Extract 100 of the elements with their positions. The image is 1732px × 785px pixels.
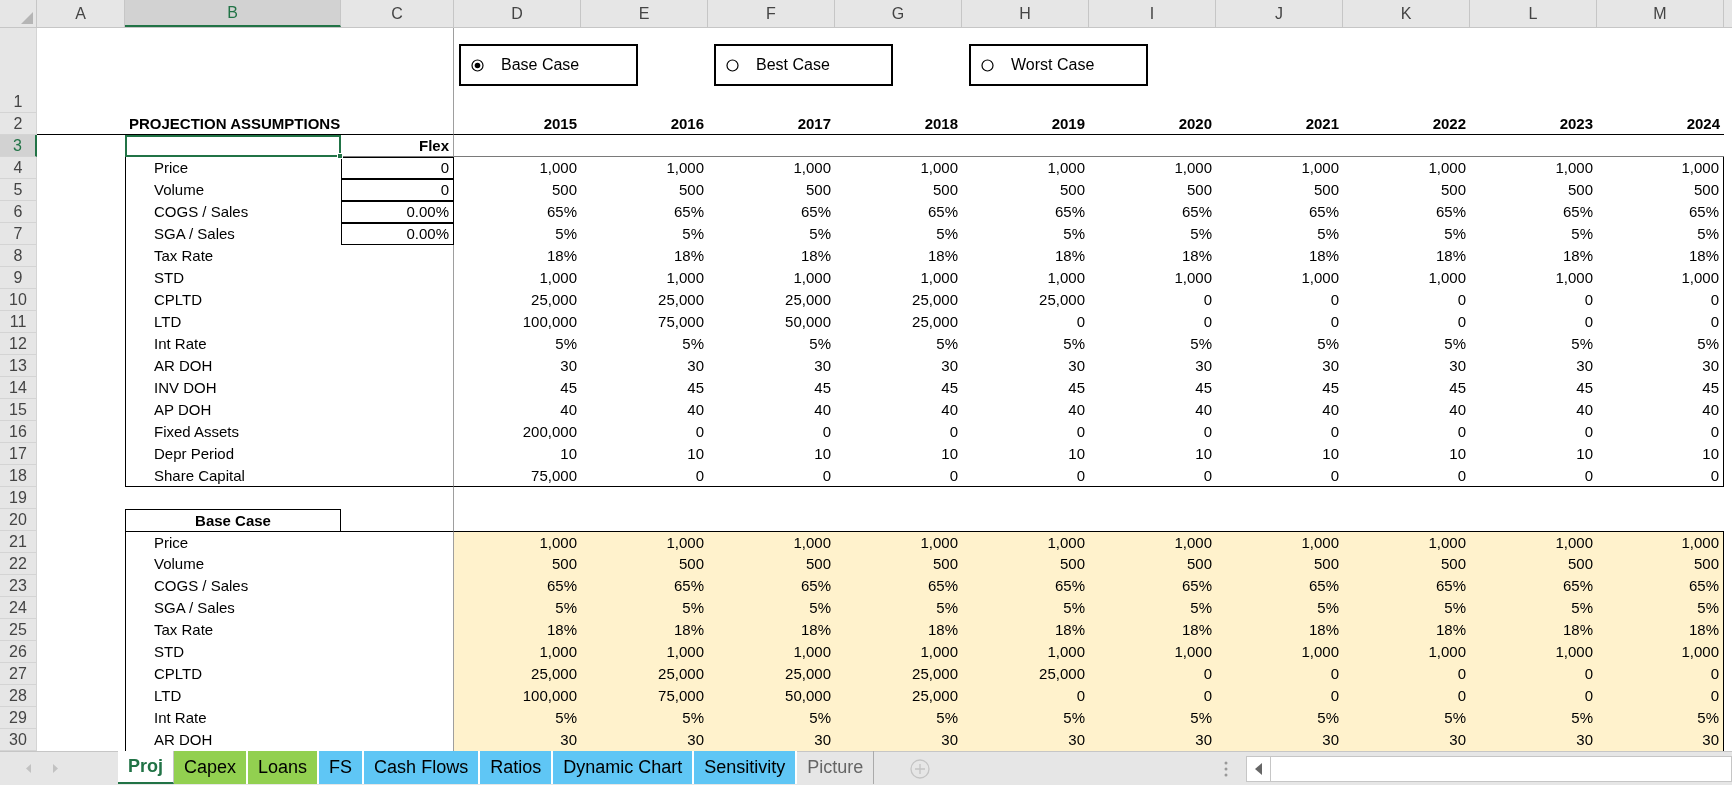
- cell-value: 18%: [673, 246, 704, 266]
- cell-value: 30: [687, 730, 704, 750]
- cell-value: 10: [1068, 444, 1085, 464]
- cell-value: 10: [687, 444, 704, 464]
- cell-value: 1,000: [539, 158, 577, 178]
- cell-value: 1,000: [1428, 532, 1466, 553]
- cell-value: 1,000: [1301, 268, 1339, 288]
- cell-value: 500: [678, 554, 704, 574]
- cell-value: 0: [1203, 664, 1212, 684]
- cell-value: 5%: [1697, 598, 1719, 618]
- cell-value: 10: [814, 444, 831, 464]
- column-header[interactable]: G: [835, 0, 962, 27]
- cell-value: 500: [1693, 180, 1719, 200]
- row-label: SGA / Sales: [154, 224, 235, 244]
- cell-value: 65%: [800, 202, 831, 222]
- sheet-tab[interactable]: Capex: [174, 751, 249, 784]
- cell-value: 1,000: [1555, 268, 1593, 288]
- cell-value: 40: [1576, 400, 1593, 420]
- column-header[interactable]: K: [1343, 0, 1470, 27]
- cell-value: 0: [949, 422, 958, 442]
- cell-value: 10: [1702, 444, 1719, 464]
- option-button[interactable]: Base Case: [459, 44, 638, 86]
- cell-value: 1,000: [1555, 642, 1593, 662]
- fill-handle-icon[interactable]: [337, 153, 343, 159]
- sheet-tab[interactable]: Sensitivity: [694, 751, 798, 784]
- cell-value: 1,000: [1428, 642, 1466, 662]
- cell-value: 0.00%: [406, 224, 449, 244]
- cell-value: 0: [1457, 686, 1466, 706]
- year-header: 2023: [1559, 113, 1593, 134]
- cell-value: 5%: [809, 224, 831, 244]
- cell-value: 500: [1693, 554, 1719, 574]
- add-sheet-icon[interactable]: [910, 758, 931, 779]
- cell-value: 0: [1076, 422, 1085, 442]
- cell-value: 500: [1059, 180, 1085, 200]
- cell-value: 1,000: [1555, 532, 1593, 553]
- cell-value: 0: [1203, 422, 1212, 442]
- column-label: Flex: [419, 135, 449, 156]
- cell-value: 0: [1330, 312, 1339, 332]
- cell-value: 0: [440, 180, 449, 200]
- cell-value: 0: [1584, 422, 1593, 442]
- sheet-tab[interactable]: Loans: [248, 751, 320, 784]
- scroll-left-icon[interactable]: [1255, 762, 1263, 775]
- cell-value: 40: [1449, 400, 1466, 420]
- sheet-tab[interactable]: Ratios: [480, 751, 554, 784]
- column-header[interactable]: F: [708, 0, 835, 27]
- cell-value: 0: [1330, 664, 1339, 684]
- column-header[interactable]: H: [962, 0, 1089, 27]
- cell-value: 18%: [927, 246, 958, 266]
- cell-value: 18%: [1054, 246, 1085, 266]
- cell-value: 500: [1313, 554, 1339, 574]
- row-label: STD: [154, 268, 184, 288]
- column-header[interactable]: D: [454, 0, 581, 27]
- sheet-tab[interactable]: Proj: [118, 751, 174, 784]
- sheet-tab[interactable]: Picture: [797, 751, 875, 784]
- sheet-tab[interactable]: FS: [319, 751, 365, 784]
- splitter-handle-icon[interactable]: [1224, 760, 1229, 777]
- selected-cell[interactable]: [125, 135, 341, 157]
- cell-value: 0: [822, 422, 831, 442]
- column-header[interactable]: C: [341, 0, 454, 27]
- column-header[interactable]: B: [125, 0, 341, 27]
- cell-value: 25,000: [912, 312, 958, 332]
- column-header[interactable]: J: [1216, 0, 1343, 27]
- cell-value: 0: [1076, 686, 1085, 706]
- cell-value: 0: [1710, 664, 1719, 684]
- cell-value: 1,000: [1681, 532, 1719, 553]
- cell-value: 5%: [682, 708, 704, 728]
- cell-value: 30: [1068, 730, 1085, 750]
- cell-value: 10: [1449, 444, 1466, 464]
- sheet-tab[interactable]: Dynamic Chart: [553, 751, 695, 784]
- row-label: Share Capital: [154, 465, 245, 486]
- cell-value: 65%: [673, 576, 704, 596]
- column-header[interactable]: I: [1089, 0, 1216, 27]
- select-all-icon[interactable]: [21, 12, 33, 24]
- row-label: Volume: [154, 554, 205, 574]
- column-header[interactable]: M: [1597, 0, 1724, 27]
- row-number[interactable]: 1: [13, 92, 23, 112]
- cell-value: 18%: [1435, 620, 1466, 640]
- option-button[interactable]: Worst Case: [969, 44, 1148, 86]
- horizontal-scrollbar[interactable]: [1246, 755, 1732, 782]
- cell-value: 0: [1330, 465, 1339, 486]
- cell-value: 500: [805, 180, 831, 200]
- row-label: SGA / Sales: [154, 598, 235, 618]
- cell-value: 5%: [936, 598, 958, 618]
- cell-value: 1,000: [1428, 158, 1466, 178]
- cell-value: 45: [687, 378, 704, 398]
- sheet-tab[interactable]: Cash Flows: [364, 751, 481, 784]
- option-button[interactable]: Best Case: [714, 44, 893, 86]
- cell-value: 65%: [1562, 576, 1593, 596]
- cell-value: 0: [1457, 422, 1466, 442]
- cell-value: 65%: [1308, 202, 1339, 222]
- cell-value: 5%: [1063, 598, 1085, 618]
- column-header[interactable]: E: [581, 0, 708, 27]
- cell-value: 25,000: [912, 664, 958, 684]
- cell-value: 1,000: [920, 268, 958, 288]
- column-header[interactable]: L: [1470, 0, 1597, 27]
- cell-value: 0: [440, 158, 449, 178]
- scroll-right-icon[interactable]: [51, 763, 60, 774]
- cell-value: 30: [1576, 356, 1593, 376]
- cell-value: 45: [814, 378, 831, 398]
- cell-value: 5%: [1697, 224, 1719, 244]
